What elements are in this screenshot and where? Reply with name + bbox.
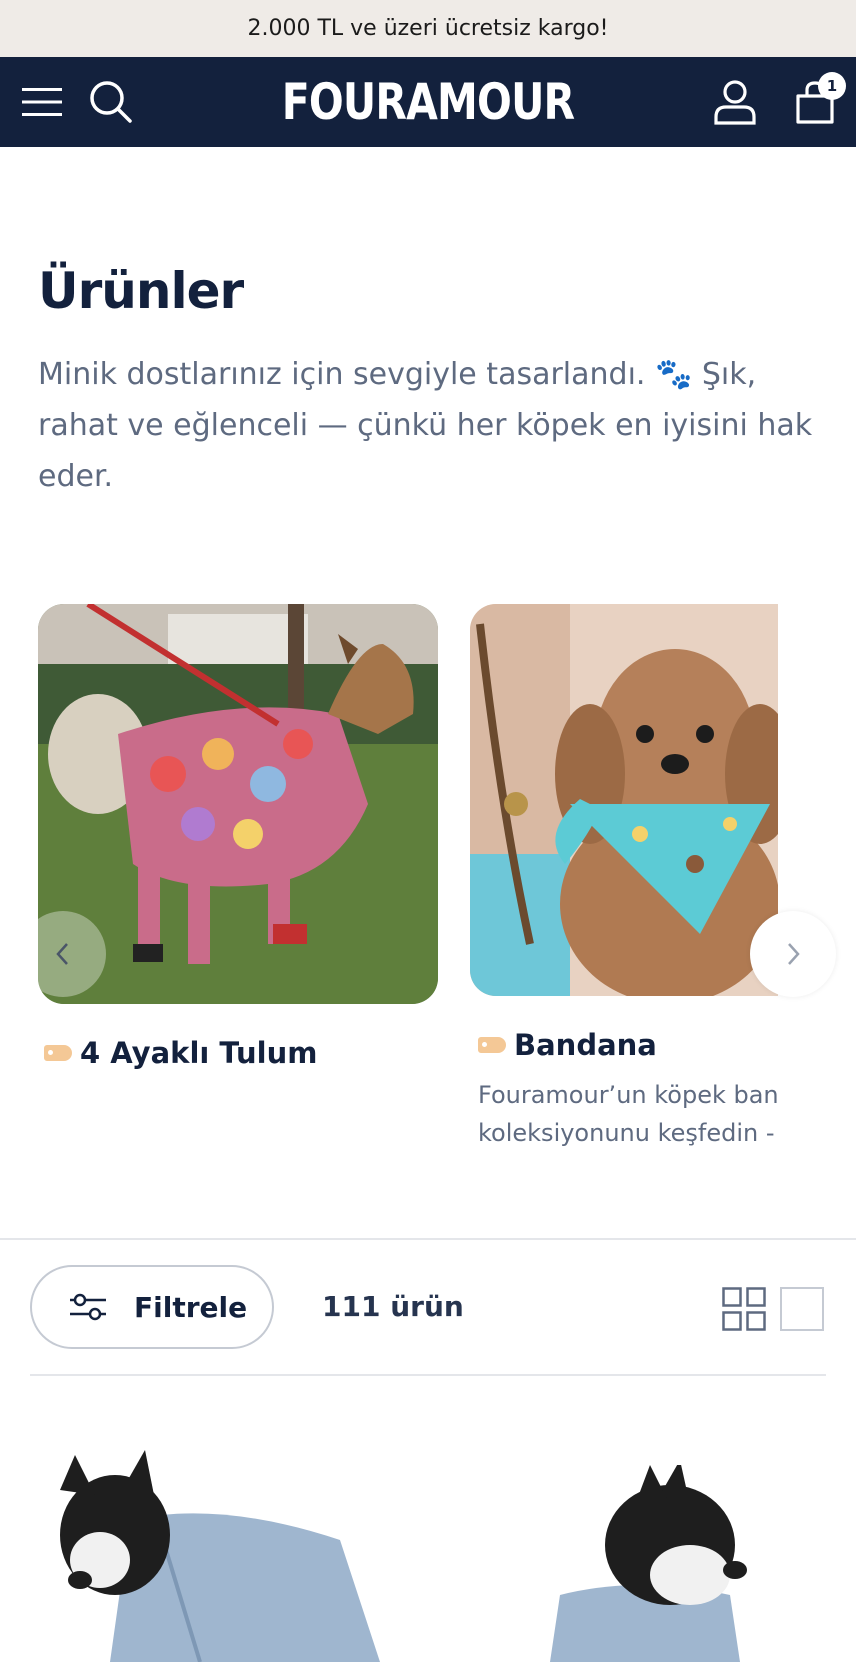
announcement-text: 2.000 TL ve üzeri ücretsiz kargo! [247, 16, 609, 41]
announcement-bar: 2.000 TL ve üzeri ücretsiz kargo! [0, 0, 856, 57]
filter-label: Filtrele [134, 1290, 248, 1324]
category-title-bandana[interactable]: Bandana [478, 1028, 657, 1062]
chevron-right-icon [788, 943, 800, 965]
product-image-denim-vest [60, 1450, 380, 1662]
grid-view-button[interactable] [722, 1287, 766, 1331]
single-view-button[interactable] [780, 1287, 824, 1331]
product-image-denim-jacket [550, 1465, 747, 1662]
carousel-prev-button[interactable] [20, 911, 106, 997]
price-tag-icon [478, 1037, 506, 1053]
site-logo[interactable]: FOURAMOUR [77, 57, 779, 147]
carousel-next-button[interactable] [750, 911, 836, 997]
category-title-text: 4 Ayaklı Tulum [80, 1036, 318, 1070]
collection-description: Minik dostlarınız için sevgiyle tasarlan… [38, 357, 813, 494]
category-title-text: Bandana [514, 1028, 657, 1062]
category-title-tulum[interactable]: 4 Ayaklı Tulum [44, 1036, 317, 1070]
category-image-bandana[interactable] [470, 604, 778, 996]
dog-bandana-photo [470, 604, 778, 996]
product-card[interactable] [40, 1440, 400, 1662]
user-icon [714, 80, 756, 125]
filter-button[interactable]: Filtrele [30, 1265, 274, 1349]
chevron-left-icon [56, 943, 68, 965]
section-divider [0, 1238, 856, 1240]
category-description-line: Fouramour’un köpek bandana [478, 1081, 778, 1109]
page-title: Ürünler [38, 262, 244, 320]
menu-button[interactable] [18, 57, 66, 147]
category-description-bandana: Fouramour’un köpek bandana koleksiyonunu… [478, 1076, 778, 1152]
account-button[interactable] [710, 57, 760, 147]
product-count: 111 ürün [322, 1290, 464, 1323]
cart-button[interactable] [790, 57, 840, 147]
toolbar-divider [30, 1374, 826, 1376]
sliders-icon [70, 1293, 106, 1321]
category-card-bandana[interactable] [470, 604, 778, 996]
hamburger-menu-icon [22, 88, 62, 116]
product-card[interactable] [540, 1465, 800, 1662]
cart-count-badge: 1 [818, 72, 846, 100]
grid-view-icon [722, 1287, 766, 1331]
price-tag-icon [44, 1045, 72, 1061]
category-description-line: koleksiyonunu keşfedin - şık [478, 1119, 778, 1147]
